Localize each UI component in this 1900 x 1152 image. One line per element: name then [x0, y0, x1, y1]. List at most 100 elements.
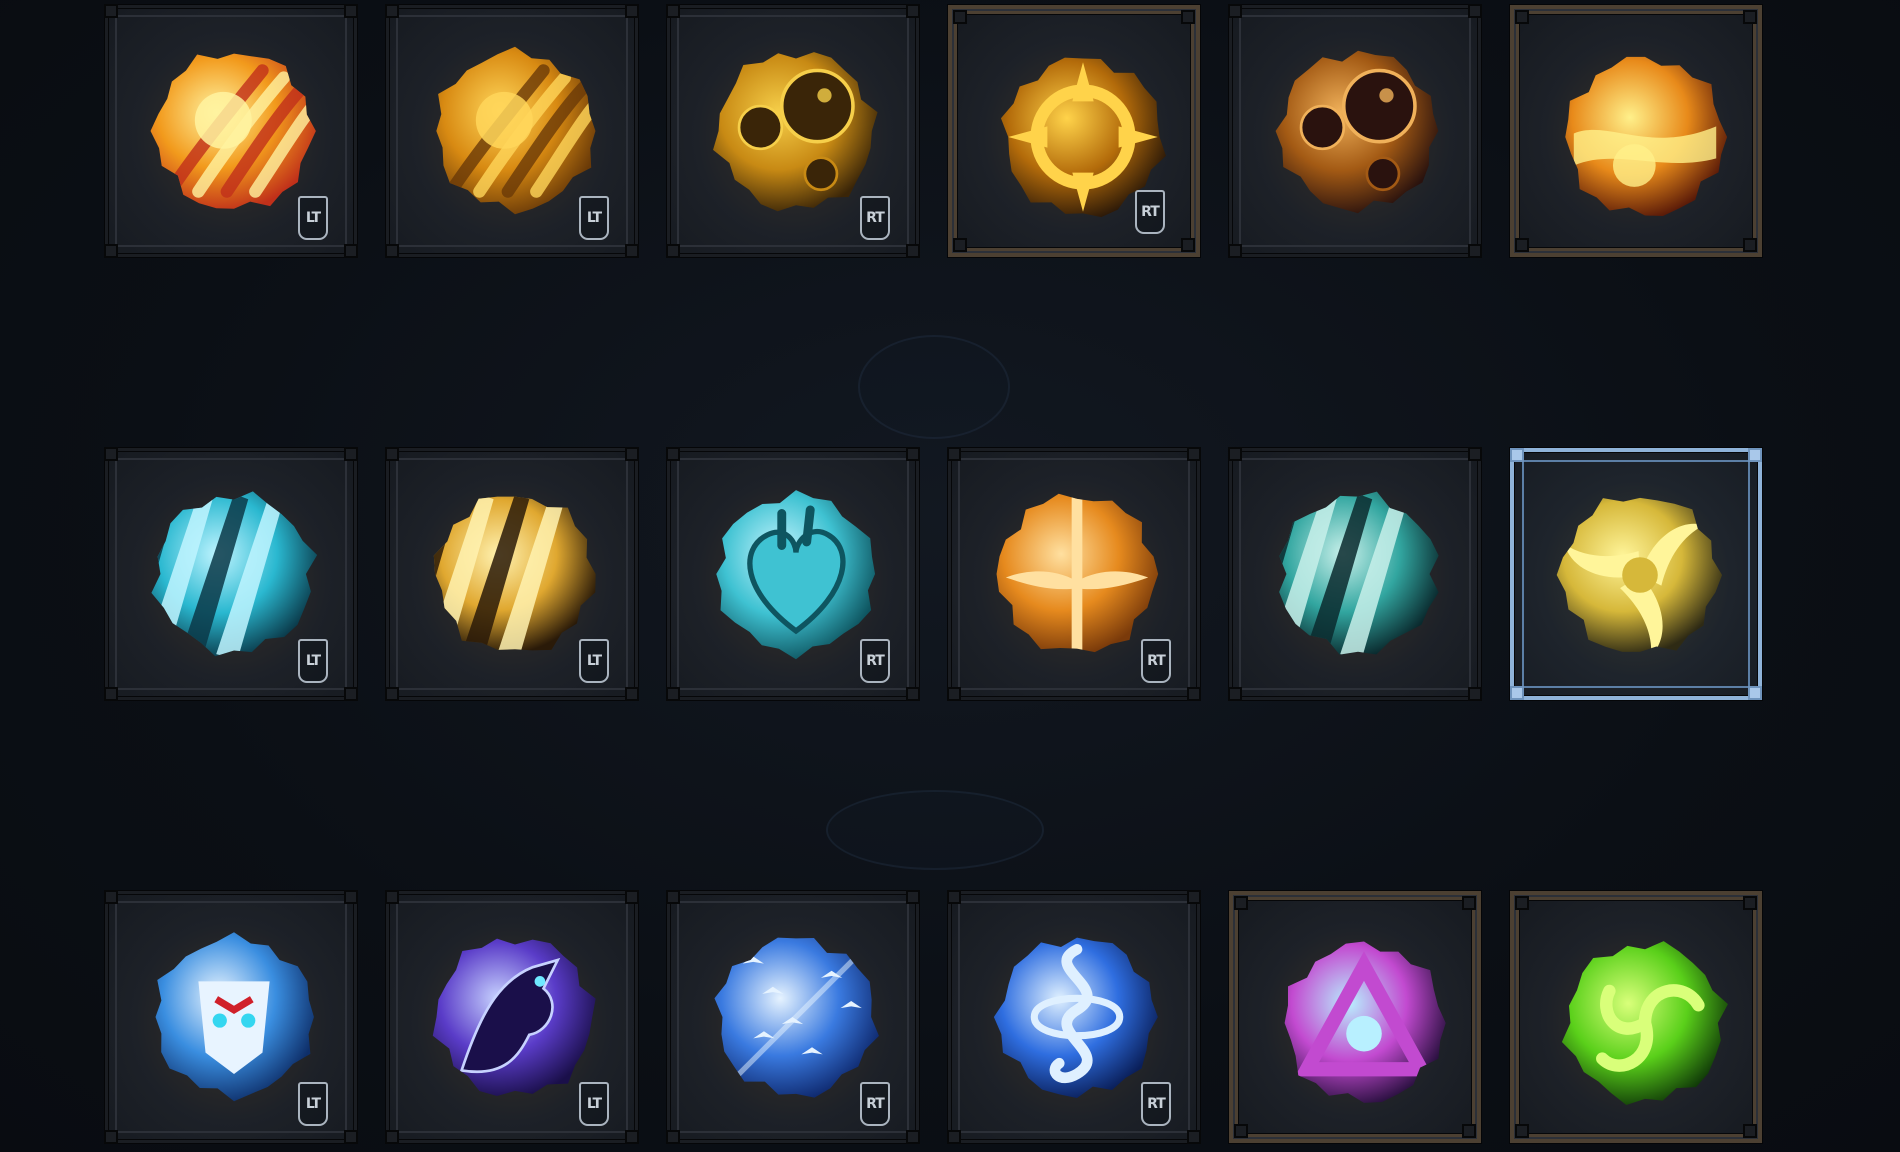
frame-corner — [344, 1130, 358, 1144]
ability-slot[interactable]: RT — [947, 447, 1201, 701]
frame-corner — [344, 244, 358, 258]
frame-corner — [625, 687, 639, 701]
cyan-claw-slash-icon — [145, 485, 323, 663]
frame-corner — [344, 447, 358, 461]
frame-corner — [1187, 447, 1201, 461]
frame-corner — [947, 1130, 961, 1144]
rt-trigger-badge: RT — [1135, 190, 1165, 234]
frame-corner — [666, 447, 680, 461]
golden-streaks-icon — [426, 42, 604, 220]
frame-corner — [1748, 686, 1762, 700]
frame-corner — [1228, 447, 1242, 461]
lt-trigger-badge: LT — [579, 196, 609, 240]
bird-flock-icon — [707, 928, 885, 1106]
ability-slot[interactable]: LT — [385, 4, 639, 258]
frame-corner — [1228, 4, 1242, 18]
ability-slot[interactable]: LT — [385, 447, 639, 701]
winged-sword-icon — [988, 485, 1166, 663]
rt-trigger-badge: RT — [860, 1082, 890, 1126]
dark-bubbles-icon — [1269, 42, 1447, 220]
frame-corner — [953, 10, 967, 24]
ability-slot[interactable] — [1510, 448, 1762, 700]
frame-corner — [666, 4, 680, 18]
ability-slot[interactable]: RT — [947, 890, 1201, 1144]
ability-slot[interactable]: RT — [666, 4, 920, 258]
ability-slot[interactable]: LT — [104, 447, 358, 701]
frame-corner — [104, 1130, 118, 1144]
frame-corner — [666, 890, 680, 904]
frame-corner — [1228, 687, 1242, 701]
frame-corner — [1181, 238, 1195, 252]
frame-corner — [1187, 890, 1201, 904]
lt-trigger-badge: LT — [298, 196, 328, 240]
frame-corner — [104, 447, 118, 461]
frame-corner — [1181, 10, 1195, 24]
frame-corner — [906, 890, 920, 904]
frame-corner — [1515, 10, 1529, 24]
frame-corner — [104, 4, 118, 18]
frame-corner — [1462, 896, 1476, 910]
frame-corner — [1234, 896, 1248, 910]
frame-corner — [1468, 687, 1482, 701]
ability-slot[interactable]: LT — [385, 890, 639, 1144]
shadow-wolf-icon — [426, 928, 604, 1106]
lava-rock-icon — [1556, 48, 1734, 226]
frame-corner — [385, 447, 399, 461]
frame-corner — [625, 447, 639, 461]
frame-corner — [385, 4, 399, 18]
rt-trigger-badge: RT — [860, 196, 890, 240]
frame-corner — [666, 1130, 680, 1144]
frame-corner — [666, 244, 680, 258]
lt-trigger-badge: LT — [298, 639, 328, 683]
frame-corner — [953, 238, 967, 252]
frame-corner — [625, 244, 639, 258]
frame-corner — [344, 687, 358, 701]
ability-slot[interactable] — [1510, 891, 1762, 1143]
serpent-knot-icon — [988, 928, 1166, 1106]
frame-corner — [947, 687, 961, 701]
frame-corner — [1462, 1124, 1476, 1138]
teal-claw-slash-icon — [1269, 485, 1447, 663]
frame-corner — [1748, 448, 1762, 462]
ability-slot[interactable] — [1228, 4, 1482, 258]
frame-corner — [1187, 687, 1201, 701]
rt-trigger-badge: RT — [860, 639, 890, 683]
frame-corner — [1234, 1124, 1248, 1138]
rt-trigger-badge: RT — [1141, 639, 1171, 683]
frame-corner — [104, 687, 118, 701]
frame-corner — [104, 244, 118, 258]
frame-corner — [906, 447, 920, 461]
gold-claw-slash-icon — [426, 485, 604, 663]
frame-corner — [385, 687, 399, 701]
frame-corner — [344, 4, 358, 18]
frame-corner — [625, 890, 639, 904]
faded-emblem-upper — [858, 335, 1010, 439]
ability-slot[interactable] — [1229, 891, 1481, 1143]
ability-slot[interactable]: LT — [104, 890, 358, 1144]
ability-slot[interactable]: RT — [666, 890, 920, 1144]
frame-corner — [1510, 448, 1524, 462]
frame-corner — [1468, 4, 1482, 18]
rt-trigger-badge: RT — [1141, 1082, 1171, 1126]
frame-corner — [625, 4, 639, 18]
white-beast-mask-icon — [145, 928, 323, 1106]
green-swirl-icon — [1556, 934, 1734, 1112]
frame-corner — [666, 687, 680, 701]
ability-slot[interactable] — [1510, 5, 1762, 257]
frame-corner — [1468, 447, 1482, 461]
crystal-heart-icon — [707, 485, 885, 663]
ability-slot[interactable]: LT — [104, 4, 358, 258]
frame-corner — [104, 890, 118, 904]
frame-corner — [1187, 1130, 1201, 1144]
frame-corner — [906, 1130, 920, 1144]
frame-corner — [385, 1130, 399, 1144]
frame-corner — [906, 4, 920, 18]
ability-slot[interactable] — [1228, 447, 1482, 701]
frame-corner — [344, 890, 358, 904]
frame-corner — [1228, 244, 1242, 258]
ability-slot[interactable]: RT — [666, 447, 920, 701]
frame-corner — [947, 890, 961, 904]
ability-slot[interactable]: RT — [948, 5, 1200, 257]
frame-corner — [385, 244, 399, 258]
lt-trigger-badge: LT — [298, 1082, 328, 1126]
